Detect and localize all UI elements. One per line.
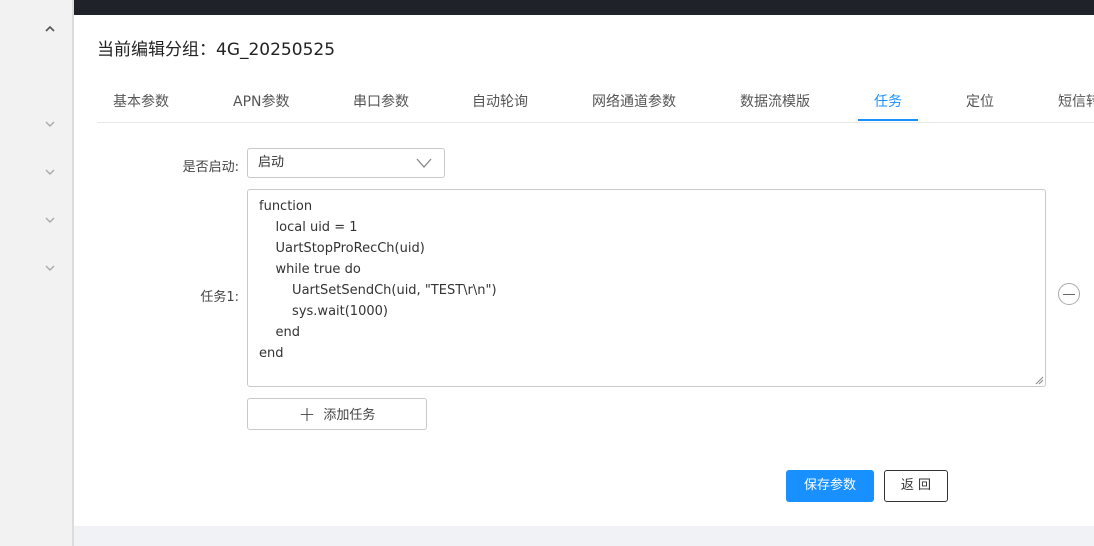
add-task-button[interactable]: + 添加任务 — [247, 398, 427, 430]
task-label: 任务1: — [200, 290, 239, 305]
tab-auto-polling[interactable]: 自动轮询 — [472, 84, 528, 122]
code-line: sys.wait(1000) — [259, 304, 388, 319]
resize-handle-icon[interactable] — [1034, 375, 1044, 385]
chevron-down-icon[interactable] — [43, 262, 57, 276]
tab-basic-params[interactable]: 基本参数 — [113, 84, 169, 122]
code-line: while true do — [259, 262, 361, 277]
tab-sms[interactable]: 短信转 — [1058, 84, 1094, 122]
code-line: local uid = 1 — [259, 220, 358, 235]
code-line: end — [259, 346, 284, 361]
tab-task[interactable]: 任务 — [874, 84, 902, 122]
left-sidebar — [0, 0, 74, 546]
code-line: function — [259, 199, 313, 214]
chevron-down-icon[interactable] — [43, 166, 57, 180]
save-params-button[interactable]: 保存参数 — [786, 470, 874, 502]
chevron-down-icon — [416, 158, 432, 168]
enable-label: 是否启动: — [182, 160, 239, 175]
chevron-up-icon[interactable] — [43, 23, 57, 37]
plus-icon: + — [298, 402, 316, 426]
tab-apn-params[interactable]: APN参数 — [233, 84, 290, 122]
tab-location[interactable]: 定位 — [966, 84, 994, 122]
top-bar — [74, 0, 1094, 15]
tab-data-stream-template[interactable]: 数据流模版 — [740, 84, 810, 122]
bottom-strip — [74, 526, 1094, 546]
enable-select-value: 启动 — [258, 155, 285, 170]
code-line: end — [259, 325, 301, 340]
active-tab-indicator — [858, 119, 918, 121]
chevron-down-icon[interactable] — [43, 118, 57, 132]
code-line: UartStopProRecCh(uid) — [259, 241, 425, 256]
code-line: UartSetSendCh(uid, "TEST\r\n") — [259, 283, 497, 298]
page-title: 当前编辑分组：4G_20250525 — [97, 40, 336, 60]
task-code-textarea[interactable]: function local uid = 1 UartStopProRecCh(… — [247, 189, 1046, 387]
enable-select[interactable]: 启动 — [247, 148, 445, 178]
chevron-down-icon[interactable] — [43, 214, 57, 228]
tab-serial-params[interactable]: 串口参数 — [353, 84, 409, 122]
back-button[interactable]: 返 回 — [884, 470, 948, 502]
tab-network-channel[interactable]: 网络通道参数 — [592, 84, 676, 122]
tab-bar: 基本参数 APN参数 串口参数 自动轮询 网络通道参数 数据流模版 任务 定位 … — [97, 84, 1094, 123]
minus-circle-icon[interactable] — [1058, 283, 1080, 305]
add-task-label: 添加任务 — [323, 408, 376, 423]
